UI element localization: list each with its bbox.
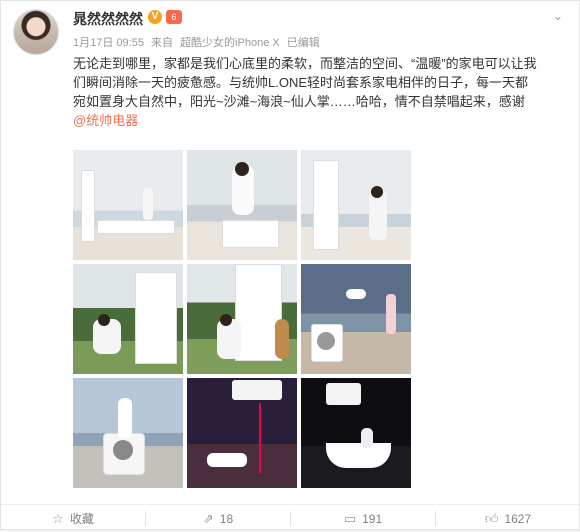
favorite-icon: ☆: [52, 510, 64, 526]
comment-count: 191: [362, 511, 383, 526]
post-text-line: 无论走到哪里，家都是我们心底里的柔软，而整洁的空间、“温暖”的家电可以让我: [73, 56, 537, 71]
photo-thumbnail[interactable]: [301, 378, 411, 488]
photo-thumbnail[interactable]: [73, 264, 183, 374]
photo-thumbnail[interactable]: [73, 378, 183, 488]
post-text: 无论走到哪里，家都是我们心底里的柔软，而整洁的空间、“温暖”的家电可以让我 们瞬…: [73, 54, 568, 130]
verified-badge-icon: V: [148, 10, 162, 24]
comment-icon: ▭: [343, 510, 357, 526]
post-meta: 1月17日 09:55 来自 超酷少女的iPhone X 已编辑: [73, 34, 324, 50]
level-badge-icon: 6: [166, 10, 182, 24]
post-text-line: 宛如置身大自然中，阳光~沙滩~海浪~仙人掌……哈哈，情不自禁唱起来，感谢: [73, 94, 525, 109]
chevron-down-icon[interactable]: ⌄: [551, 9, 565, 23]
photo-thumbnail[interactable]: [301, 264, 411, 374]
photo-thumbnail[interactable]: [187, 264, 297, 374]
source-prefix: 来自: [151, 37, 173, 49]
thumbs-up-icon: 👍︎: [484, 510, 499, 526]
action-bar: ☆ 收藏 ⇗ 18 ▭ 191 👍︎ 1627: [1, 504, 579, 532]
favorite-label: 收藏: [69, 512, 94, 526]
mention-link[interactable]: @统帅电器: [73, 111, 568, 130]
post-date[interactable]: 1月17日 09:55: [73, 37, 144, 49]
repost-count: 18: [219, 511, 234, 526]
like-count: 1627: [504, 511, 532, 526]
photo-thumbnail[interactable]: [73, 150, 183, 260]
photo-thumbnail[interactable]: [187, 150, 297, 260]
avatar[interactable]: [13, 9, 59, 55]
favorite-button[interactable]: ☆ 收藏: [1, 505, 145, 532]
author-name[interactable]: 晁然然然然: [73, 9, 143, 29]
weibo-post-card: 晁然然然然 V 6 ⌄ 1月17日 09:55 来自 超酷少女的iPhone X…: [0, 0, 580, 530]
like-button[interactable]: 👍︎ 1627: [436, 505, 580, 532]
photo-thumbnail[interactable]: [301, 150, 411, 260]
repost-icon: ⇗: [202, 510, 214, 526]
post-text-line: 们瞬间消除一天的疲惫感。与统帅L.ONE轻时尚套系家电相伴的日子，每一天都: [73, 75, 529, 90]
photo-thumbnail[interactable]: [187, 378, 297, 488]
edited-label[interactable]: 已编辑: [287, 37, 320, 49]
comment-button[interactable]: ▭ 191: [291, 505, 435, 532]
repost-button[interactable]: ⇗ 18: [146, 505, 290, 532]
source-link[interactable]: 超酷少女的iPhone X: [180, 37, 280, 49]
photo-grid: [73, 150, 412, 490]
